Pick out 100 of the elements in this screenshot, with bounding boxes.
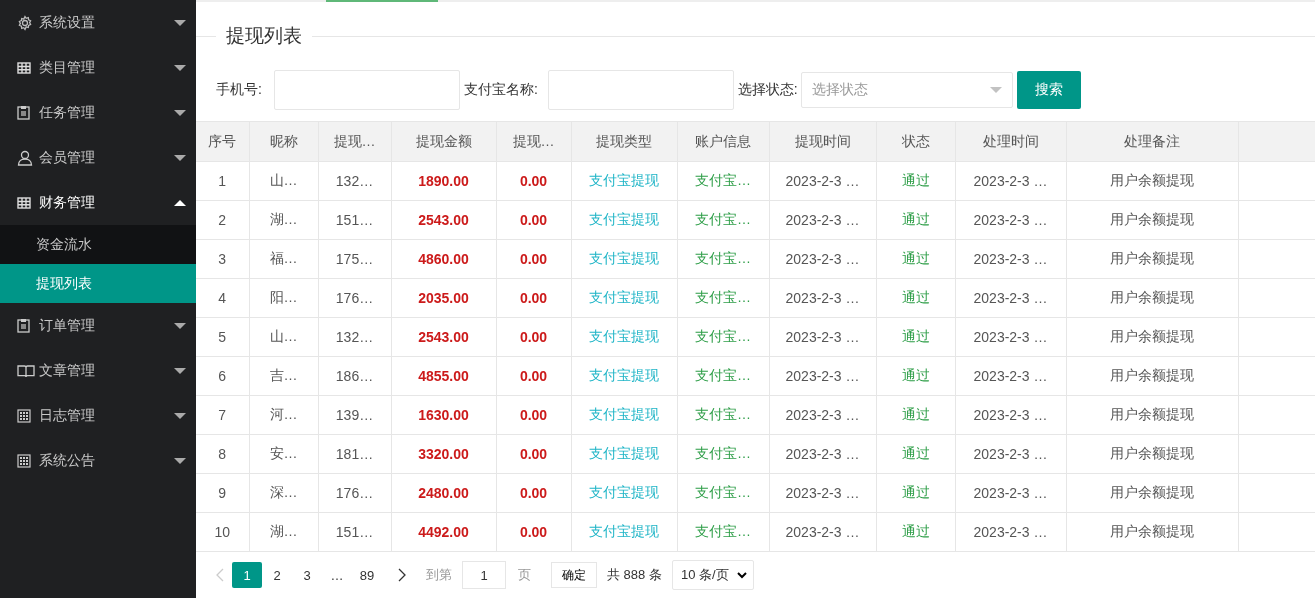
clipboard-icon [17,105,30,120]
field-label: 支付宝名称: [463,81,538,99]
sidebar-item[interactable]: 文章管理 [0,348,196,393]
page-number[interactable]: 3 [292,562,322,588]
table-cell: 通过 [876,473,955,513]
table-cell: 2023-2-3 … [769,200,876,240]
page-number[interactable]: 89 [352,562,382,588]
table-cell: 通过 [876,161,955,201]
column-header: 昵称 [249,121,318,162]
table-cell: 通过 [876,395,955,435]
table-cell: 通过 [876,239,955,279]
table-cell: 5 [196,317,249,357]
column-header: 提现… [496,121,571,162]
table-cell: 0.00 [496,161,571,201]
sidebar-item[interactable]: 类目管理 [0,45,196,90]
sidebar-item[interactable]: 会员管理 [0,135,196,180]
table-cell: 2543.00 [391,200,496,240]
table-cell: 2023-2-3 … [955,356,1066,396]
caret-icon [989,87,1002,93]
phone-field[interactable] [273,70,460,110]
sidebar-item[interactable]: 任务管理 [0,90,196,135]
table-cell: 通过 [876,512,955,552]
table-cell: 151… [318,512,391,552]
page-number[interactable]: 1 [232,562,262,588]
page-label: 页 [518,566,531,584]
table-cell: 支付宝提现 [571,200,677,240]
table-cell: 支付宝提现 [571,317,677,357]
table-cell: 用户余额提现 [1066,161,1238,201]
sidebar-item[interactable]: 财务管理 [0,180,196,225]
table-cell: 支付宝提现 [571,278,677,318]
column-header: 账户信息 [677,121,769,162]
table-cell: 福… [249,239,318,279]
column-header: 提现… [318,121,391,162]
column-header: 提现时间 [769,121,876,162]
alipay-name-field[interactable] [547,70,734,110]
book-icon [17,363,35,378]
table-cell: 0.00 [496,239,571,279]
table-cell: 139… [318,395,391,435]
table-cell: 通过 [876,278,955,318]
table-cell: 通过 [876,434,955,474]
table-cell: 0.00 [496,317,571,357]
page-title: 提现列表 [225,24,303,48]
field-label: 选择状态: [737,81,798,99]
page-number[interactable]: … [322,562,352,588]
table-cell: 175… [318,239,391,279]
table-cell: 通过 [876,356,955,396]
table-cell: 湖… [249,200,318,240]
page-input[interactable]: 1 [462,561,506,589]
table-cell: 通过 [876,317,955,357]
table-cell: 8 [196,434,249,474]
table-cell: 支付宝… [677,161,769,201]
table-cell: 3320.00 [391,434,496,474]
column-header: 序号 [196,121,249,162]
column-header: 处理备注 [1066,121,1238,162]
table-cell: 支付宝提现 [571,161,677,201]
table-cell: 2023-2-3 … [955,395,1066,435]
search-button[interactable]: 搜索 [1016,71,1081,109]
table-cell: 支付宝… [677,395,769,435]
table-cell: 6 [196,356,249,396]
table-cell: 支付宝… [677,239,769,279]
table-cell: 用户余额提现 [1066,239,1238,279]
table-cell: 176… [318,473,391,513]
table-cell: 2023-2-3 … [769,278,876,318]
page-number[interactable]: 2 [262,562,292,588]
table-cell: 支付宝… [677,200,769,240]
table-cell: 阳… [249,278,318,318]
table-cell: 2023-2-3 … [955,278,1066,318]
sidebar-item[interactable]: 系统设置 [0,0,196,45]
confirm-button[interactable]: 确定 [551,562,597,588]
table-cell: 0.00 [496,356,571,396]
table-cell: 2543.00 [391,317,496,357]
user-icon [17,149,33,166]
table-cell: 支付宝提现 [571,395,677,435]
table-cell: 9 [196,473,249,513]
table-cell: 4855.00 [391,356,496,396]
table-cell: 176… [318,278,391,318]
table-cell: 186… [318,356,391,396]
submenu-item[interactable]: 提现列表 [0,264,196,303]
table-cell: 用户余额提现 [1066,395,1238,435]
table-cell: 山… [249,161,318,201]
table-cell: 2023-2-3 … [955,239,1066,279]
table-cell: 通过 [876,200,955,240]
page-size-select[interactable]: 10 条/页 [671,560,754,590]
table-cell: 支付宝… [677,278,769,318]
sidebar-item[interactable]: 系统公告 [0,438,196,483]
table-cell: 2023-2-3 … [955,473,1066,513]
submenu-item[interactable]: 资金流水 [0,225,196,264]
table-cell: 2023-2-3 … [955,200,1066,240]
sidebar-item[interactable]: 订单管理 [0,303,196,348]
table-cell: 4 [196,278,249,318]
table-cell: 132… [318,317,391,357]
table-cell: 2023-2-3 … [769,395,876,435]
table-cell: 用户余额提现 [1066,512,1238,552]
table-cell: 151… [318,200,391,240]
table-cell: 支付宝… [677,473,769,513]
table-cell: 支付宝… [677,434,769,474]
table-cell: 2 [196,200,249,240]
sidebar-item[interactable]: 日志管理 [0,393,196,438]
table-cell: 支付宝… [677,356,769,396]
table-cell: 1 [196,161,249,201]
